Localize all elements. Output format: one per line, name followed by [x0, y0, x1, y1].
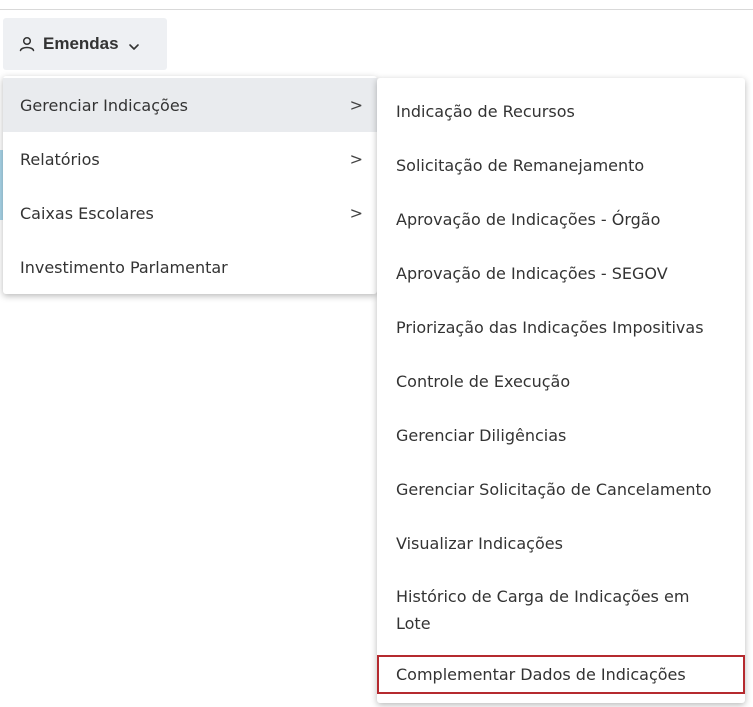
menu-item-label: Investimento Parlamentar [20, 257, 228, 277]
submenu-item-gerenciar-diligencias[interactable]: Gerenciar Diligências [377, 408, 745, 462]
submenu-item-controle-de-execucao[interactable]: Controle de Execução [377, 354, 745, 408]
emendas-menu-button[interactable]: Emendas [3, 18, 167, 70]
submenu-item-label: Complementar Dados de Indicações [396, 665, 686, 684]
chevron-right-icon: > [349, 203, 363, 223]
gerenciar-indicacoes-submenu: Indicação de Recursos Solicitação de Rem… [377, 78, 745, 703]
submenu-item-priorizacao-impositivas[interactable]: Priorização das Indicações Impositivas [377, 300, 745, 354]
chevron-right-icon: > [349, 149, 363, 169]
submenu-item-historico-carga-lote[interactable]: Histórico de Carga de Indicações em Lote [377, 570, 745, 650]
menu-item-label: Relatórios [20, 149, 100, 169]
menu-item-caixas-escolares[interactable]: Caixas Escolares > [3, 186, 377, 240]
user-icon [19, 36, 35, 52]
submenu-item-label: Indicação de Recursos [396, 101, 575, 121]
submenu-item-label: Aprovação de Indicações - Órgão [396, 209, 661, 229]
submenu-item-label: Histórico de Carga de Indicações em Lote [396, 587, 690, 633]
menu-item-gerenciar-indicacoes[interactable]: Gerenciar Indicações > [3, 78, 377, 132]
menu-item-investimento-parlamentar[interactable]: Investimento Parlamentar [3, 240, 377, 294]
submenu-item-visualizar-indicacoes[interactable]: Visualizar Indicações [377, 516, 745, 570]
submenu-item-aprovacao-orgao[interactable]: Aprovação de Indicações - Órgão [377, 192, 745, 246]
chevron-right-icon: > [349, 95, 363, 115]
submenu-item-solicitacao-de-remanejamento[interactable]: Solicitação de Remanejamento [377, 138, 745, 192]
submenu-item-label: Priorização das Indicações Impositivas [396, 317, 704, 337]
submenu-item-gerenciar-cancelamento[interactable]: Gerenciar Solicitação de Cancelamento [377, 462, 745, 516]
submenu-item-label: Gerenciar Diligências [396, 425, 567, 445]
menu-item-label: Gerenciar Indicações [20, 95, 188, 115]
submenu-item-label: Gerenciar Solicitação de Cancelamento [396, 479, 712, 499]
emendas-menu-label: Emendas [43, 34, 119, 53]
submenu-item-indicacao-de-recursos[interactable]: Indicação de Recursos [377, 84, 745, 138]
submenu-item-label: Solicitação de Remanejamento [396, 155, 645, 175]
submenu-item-label: Controle de Execução [396, 371, 571, 391]
submenu-item-aprovacao-segov[interactable]: Aprovação de Indicações - SEGOV [377, 246, 745, 300]
top-bar [0, 0, 753, 10]
submenu-item-label: Visualizar Indicações [396, 533, 563, 553]
menu-item-relatorios[interactable]: Relatórios > [3, 132, 377, 186]
submenu-item-label: Aprovação de Indicações - SEGOV [396, 263, 668, 283]
submenu-item-complementar-dados[interactable]: Complementar Dados de Indicações [377, 655, 745, 694]
emendas-dropdown-menu: Gerenciar Indicações > Relatórios > Caix… [3, 76, 377, 294]
menu-item-label: Caixas Escolares [20, 203, 154, 223]
chevron-down-icon [128, 38, 140, 50]
